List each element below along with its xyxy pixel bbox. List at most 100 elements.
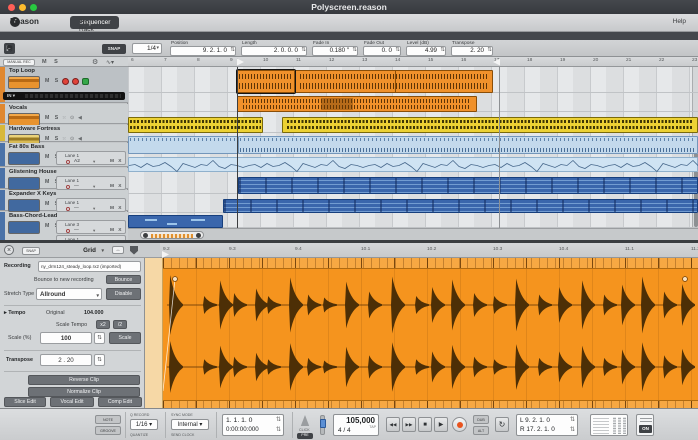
expander-x-keys-lane[interactable] [128, 174, 698, 194]
track-row-glistening-house[interactable]: Glistening HouseM SLane 1—▾M X [0, 168, 128, 189]
close-editor-icon[interactable]: × [4, 245, 14, 255]
lane-box[interactable]: Lane 3—▾M X [56, 220, 126, 234]
field-value[interactable]: 9. 2. 1. 0 [170, 46, 236, 56]
stepper-icon[interactable]: ⇅ [440, 47, 445, 53]
mute-solo-buttons[interactable]: M S [45, 115, 60, 121]
reverse-clip-button[interactable]: Reverse Clip [28, 375, 140, 385]
h-zoom-icon[interactable]: ↔ [112, 246, 124, 254]
hardware-fortress-lane[interactable] [128, 114, 698, 133]
track-row-top-loop[interactable]: Top LoopM SIN ▾ [0, 67, 128, 103]
waveform-edit-area[interactable] [145, 258, 698, 411]
slice-edit-button[interactable]: Slice Edit [4, 397, 46, 407]
arrangement-clip[interactable] [282, 117, 698, 133]
zoom-handle-right[interactable] [196, 233, 201, 238]
bounce-button[interactable]: Bounce [106, 275, 141, 284]
arrangement-area[interactable]: 67891011121314151617181920212223 [128, 57, 698, 240]
arrangement-clip[interactable] [238, 177, 698, 194]
dub-button[interactable]: DUB [473, 415, 489, 424]
editor-snap-button[interactable]: SNAP [22, 247, 40, 255]
arrangement-clip[interactable] [295, 70, 493, 93]
editor-ruler[interactable]: 9.29.39.410.110.210.310.411.111.2 [160, 243, 698, 258]
zoom-handle-left[interactable] [143, 233, 148, 238]
lane-box[interactable]: Lane 1—▾M X [56, 198, 126, 212]
stepper-icon[interactable]: ⇅ [94, 354, 105, 366]
manual-rec-button[interactable]: MANUAL REC [3, 59, 35, 66]
vocals-lane[interactable] [128, 93, 698, 112]
lane-record-icon[interactable] [66, 185, 70, 189]
chevron-down-icon[interactable]: ▾ [93, 228, 95, 234]
bar-ruler[interactable]: 67891011121314151617181920212223 [128, 57, 698, 67]
field-value[interactable]: 2. 0. 0. 0 [241, 46, 307, 56]
stepper-icon[interactable]: ⇅ [570, 426, 575, 433]
play-button[interactable]: ▶ [434, 417, 448, 432]
bass-chord-lead-lane1[interactable] [128, 212, 698, 228]
stepper-icon[interactable]: ⇅ [487, 47, 492, 53]
scale-pct-field[interactable]: 100 [40, 332, 92, 344]
sync-mode-dropdown[interactable]: Internal ▾ [171, 419, 209, 430]
record-enable-icon[interactable]: ⊙ [70, 136, 74, 142]
audio-clip[interactable] [163, 258, 698, 411]
lane-record-icon[interactable] [66, 229, 70, 233]
arrangement-clip[interactable] [128, 157, 698, 172]
stepper-icon[interactable]: ⇅ [94, 332, 105, 344]
lane-mute-delete[interactable]: M X [110, 206, 123, 211]
lane-box[interactable]: Lane 1—▾M X [56, 176, 126, 190]
click-metronome-icon[interactable] [300, 415, 310, 426]
comp-edit-button[interactable]: Comp Edit [98, 397, 142, 407]
loop-button[interactable]: ↻ [495, 417, 509, 432]
vocal-edit-button[interactable]: Vocal Edit [50, 397, 94, 407]
speaker-tool-icon[interactable]: ◁ [4, 43, 15, 54]
stepper-icon[interactable]: ⇅ [352, 47, 357, 53]
record-button[interactable] [452, 417, 467, 432]
transpose-field[interactable]: 2 . 20 [40, 354, 92, 366]
tempo-display[interactable]: 105,000TAP4 / 4 [333, 414, 379, 436]
grid-size-dropdown[interactable]: Grid (1/16)▾ [46, 245, 104, 256]
arrange-hscrollbar[interactable] [128, 228, 698, 240]
automation-icon[interactable]: ⁙ [62, 136, 66, 142]
arrangement-clip[interactable] [223, 199, 698, 213]
slice-marker-strip-top[interactable] [163, 258, 698, 269]
shield-icon[interactable] [130, 246, 138, 255]
top-loop-lane[interactable] [128, 67, 698, 93]
arrangement-clip[interactable] [128, 215, 223, 228]
stepper-icon[interactable]: ⇅ [570, 416, 575, 423]
pre-count-button[interactable]: PRE [297, 433, 313, 439]
stepper-icon[interactable]: ⇅ [276, 416, 281, 423]
glistening-house-lane[interactable] [128, 154, 698, 172]
field-value[interactable]: 0.180 ″ [312, 46, 358, 56]
song-position-display[interactable]: 1. 1. 1. 00:00:00:000⇅⇅ [222, 414, 284, 436]
fast-forward-button[interactable]: ▶▶ [402, 417, 416, 432]
snap-value-dropdown[interactable]: 1/4▾ [132, 43, 162, 54]
monitor-icon[interactable]: ◀ [78, 115, 82, 121]
record-arm-icon[interactable] [72, 78, 79, 85]
scale-button[interactable]: Scale [109, 332, 141, 344]
arrangement-clip[interactable] [238, 136, 698, 154]
lane-mute-delete[interactable]: M X [110, 228, 123, 233]
left-locator-flag[interactable] [237, 59, 244, 66]
lane-record-icon[interactable] [66, 207, 70, 211]
lane-box[interactable]: Lane 1A2▾M X [56, 151, 126, 165]
record-enable-icon[interactable]: ⊙ [70, 115, 74, 121]
stepper-icon[interactable]: ⇅ [230, 47, 235, 53]
mute-solo-buttons[interactable]: M S [45, 136, 60, 142]
arrangement-clip[interactable] [237, 96, 477, 112]
disable-button[interactable]: Disable [106, 288, 141, 300]
slider-thumb[interactable] [320, 419, 326, 428]
click-level-slider[interactable] [320, 415, 325, 435]
mute-solo-buttons[interactable]: M S [45, 78, 60, 84]
scale-half-button[interactable]: /2 [113, 320, 127, 329]
scale-x2-button[interactable]: x2 [96, 320, 110, 329]
stepper-icon[interactable]: ⇅ [301, 47, 306, 53]
track-row-expander-x-keys[interactable]: Expander X KeysM SLane 1—▾M X [0, 190, 128, 211]
arrangement-clip[interactable] [128, 136, 238, 154]
groove-mode-button[interactable]: GROOVE [95, 426, 121, 435]
lane-record-icon[interactable] [66, 160, 70, 164]
fade-handle-icon[interactable] [683, 277, 688, 282]
monitor-icon[interactable]: ◀ [78, 136, 82, 142]
tap-label[interactable]: TAP [369, 425, 376, 429]
bass-chord-lead-lane3[interactable] [128, 196, 698, 213]
loop-locators-display[interactable]: L 9. 2. 1. 0R 17. 2. 1. 0⇅⇅ [516, 414, 578, 436]
arrangement-clip[interactable] [237, 70, 295, 93]
fat-80s-bass-lane[interactable] [128, 133, 698, 154]
track-row-fat-80s-bass[interactable]: Fat 80s BassM SLane 1A2▾M X [0, 143, 128, 167]
